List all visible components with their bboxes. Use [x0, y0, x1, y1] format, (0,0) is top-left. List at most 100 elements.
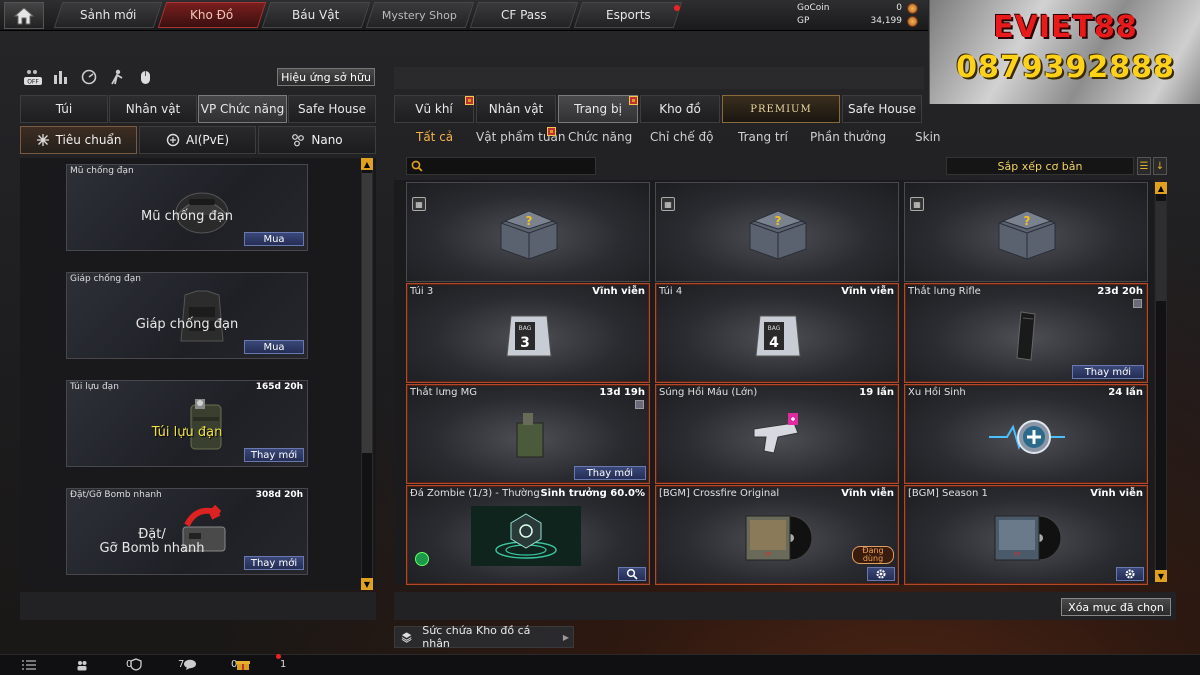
friends-icon [77, 660, 87, 670]
equipment-card-helmet[interactable]: Mũ chống đạn Mũ chống đạn Mua [66, 164, 308, 251]
scroll-up-arrow-icon[interactable]: ▲ [1155, 182, 1167, 194]
tab-premium[interactable]: PREMIUM [722, 95, 840, 123]
status-chat[interactable]: 0 [183, 657, 237, 672]
expand-arrow-icon[interactable]: ▶ [563, 633, 569, 642]
nav-tab-mystery-shop[interactable]: Mystery Shop [365, 2, 475, 28]
figure-icon[interactable] [107, 68, 127, 86]
tab-vu-khi[interactable]: Vũ khí [394, 95, 474, 123]
tab-tui[interactable]: Túi [20, 95, 108, 123]
inspect-button[interactable] [618, 567, 646, 581]
search-icon [626, 568, 638, 580]
search-box[interactable] [406, 157, 596, 175]
gift-icon [465, 96, 474, 105]
equipment-card-armor[interactable]: Giáp chống đạn Giáp chống đạn Mua [66, 272, 308, 359]
sort-dropdown[interactable]: Sắp xếp cơ bản [946, 157, 1134, 175]
subtab-chi-che-do[interactable]: Chỉ chế độ [650, 130, 714, 144]
tab-vp-chuc-nang[interactable]: VP Chức năng [198, 95, 287, 123]
tab-nhan-vat-right[interactable]: Nhân vật [476, 95, 556, 123]
tab-safe-house-left[interactable]: Safe House [288, 95, 376, 123]
renew-button[interactable]: Thay mới [244, 448, 304, 462]
settings-button[interactable] [1116, 567, 1144, 581]
item-duration: Sinh trưởng 60.0% [540, 488, 645, 499]
equipment-card-bomb-kit[interactable]: Đặt/Gỡ Bomb nhanh 308d 20h Đặt/ Gỡ Bomb … [66, 488, 308, 575]
status-clan[interactable]: 7 [130, 657, 184, 672]
nav-tab-kho-do[interactable]: Kho Đồ [157, 2, 267, 28]
tab-trang-bi[interactable]: Trang bị [558, 95, 638, 123]
buy-button[interactable]: Mua [244, 340, 304, 354]
grid-item-bag-4[interactable]: Túi 4 Vĩnh viễn BAG 4 [655, 283, 899, 383]
search-input[interactable] [426, 159, 595, 173]
inventory-capacity-bar[interactable]: Sức chứa Kho đồ cá nhân ▶ [394, 624, 574, 650]
left-scrollbar[interactable]: ▲ ▼ [361, 158, 373, 590]
subtab-ai-pve[interactable]: AI(PvE) [139, 126, 256, 154]
grid-item-heal-gun[interactable]: Súng Hồi Máu (Lớn) 19 lần [655, 384, 899, 484]
gear-icon [1125, 569, 1135, 579]
gp-label: GP [797, 16, 810, 26]
clan-badge-icon: ▦ [910, 197, 924, 211]
grid-item-rifle-belt[interactable]: Thắt lưng Rifle 23d 20h Thay mới [904, 283, 1148, 383]
subtab-tat-ca[interactable]: Tất cả [416, 130, 453, 144]
grid-item-bgm-season-1[interactable]: [BGM] Season 1 Vĩnh viễn CF [904, 485, 1148, 585]
item-name: Thắt lưng Rifle [908, 286, 981, 297]
watermark-overlay: EVIET88 0879392888 [929, 0, 1200, 104]
subtab-tieu-chuan[interactable]: Tiêu chuẩn [20, 126, 137, 154]
renew-button[interactable]: Thay mới [573, 466, 646, 480]
tab-nhan-vat[interactable]: Nhân vật [109, 95, 197, 123]
grid-item-bgm-crossfire[interactable]: [BGM] Crossfire Original Vĩnh viễn CF Đa… [655, 485, 899, 585]
nav-tab-esports[interactable]: Esports [573, 2, 683, 28]
nav-tab-sanh-moi[interactable]: Sảnh mới [53, 2, 163, 28]
status-friends[interactable]: 0 [76, 657, 132, 672]
item-name: [BGM] Crossfire Original [659, 488, 780, 499]
grid-item-crate[interactable]: ▦ ? [406, 182, 650, 282]
svg-text:?: ? [775, 214, 782, 228]
tab-safe-house-right[interactable]: Safe House [842, 95, 922, 123]
grid-item-mg-belt[interactable]: Thắt lưng MG 13d 19h Thay mới [406, 384, 650, 484]
grid-item-crate[interactable]: ▦ ? [904, 182, 1148, 282]
watermark-phone: 0879392888 [956, 50, 1175, 85]
layers-icon [401, 632, 412, 643]
scroll-thumb[interactable] [362, 173, 372, 453]
tab-kho-do-right[interactable]: Kho đồ [640, 95, 720, 123]
buy-button[interactable]: Mua [244, 232, 304, 246]
equipment-card-grenade-pouch[interactable]: Túi lựu đạn 165d 20h Túi lựu đạn Thay mớ… [66, 380, 308, 467]
scroll-down-arrow-icon[interactable]: ▼ [361, 578, 373, 590]
status-menu[interactable] [22, 657, 36, 672]
subtab-nano[interactable]: Nano [258, 126, 376, 154]
nav-tab-cf-pass[interactable]: CF Pass [469, 2, 579, 28]
gauge-icon[interactable] [79, 68, 99, 86]
settings-button[interactable] [867, 567, 895, 581]
grid-item-bag-3[interactable]: Túi 3 Vĩnh viễn BAG 3 [406, 283, 650, 383]
subtab-skin[interactable]: Skin [915, 130, 941, 144]
grid-item-zombie-stone[interactable]: Đá Zombie (1/3) - Thường Sinh trưởng 60.… [406, 485, 650, 585]
sort-direction-icon[interactable]: ↓ [1153, 157, 1167, 175]
grid-scrollbar[interactable]: ▲ ▼ [1155, 182, 1167, 582]
grid-item-revive-coin[interactable]: Xu Hồi Sinh 24 lần [904, 384, 1148, 484]
renew-button[interactable]: Thay mới [244, 556, 304, 570]
scroll-down-arrow-icon[interactable]: ▼ [1155, 570, 1167, 582]
subtab-chuc-nang[interactable]: Chức năng [568, 130, 632, 144]
list-view-icon[interactable]: ☰ [1137, 157, 1151, 175]
gift-box-icon [236, 661, 250, 670]
rifle-magazine-icon [1016, 311, 1036, 361]
bars-icon[interactable] [51, 68, 71, 86]
renew-button[interactable]: Thay mới [1071, 365, 1144, 379]
gift-icon [629, 96, 638, 105]
item-name: Đặt/Gỡ Bomb nhanh [70, 490, 162, 500]
scroll-thumb[interactable] [1156, 201, 1166, 301]
mouse-icon[interactable] [135, 68, 155, 86]
subtab-phan-thuong[interactable]: Phần thưởng [810, 130, 886, 144]
search-icon [411, 160, 423, 172]
mg-ammo-box-icon [516, 413, 544, 458]
heal-pistol-icon [753, 413, 799, 454]
off-toggle-icon[interactable]: OFF [23, 68, 43, 86]
scroll-up-arrow-icon[interactable]: ▲ [361, 158, 373, 170]
subtab-trang-tri[interactable]: Trang trí [738, 130, 788, 144]
nav-tab-bau-vat[interactable]: Báu Vật [261, 2, 371, 28]
delete-selected-button[interactable]: Xóa mục đã chọn [1061, 598, 1171, 616]
item-duration: 19 lần [859, 387, 894, 398]
grid-item-crate[interactable]: ▦ ? [655, 182, 899, 282]
home-button[interactable] [4, 2, 44, 29]
ownership-effect-button[interactable]: Hiệu ứng sở hữu [277, 68, 375, 86]
status-gifts[interactable]: 1 [236, 657, 286, 672]
gp-icon [907, 16, 918, 27]
